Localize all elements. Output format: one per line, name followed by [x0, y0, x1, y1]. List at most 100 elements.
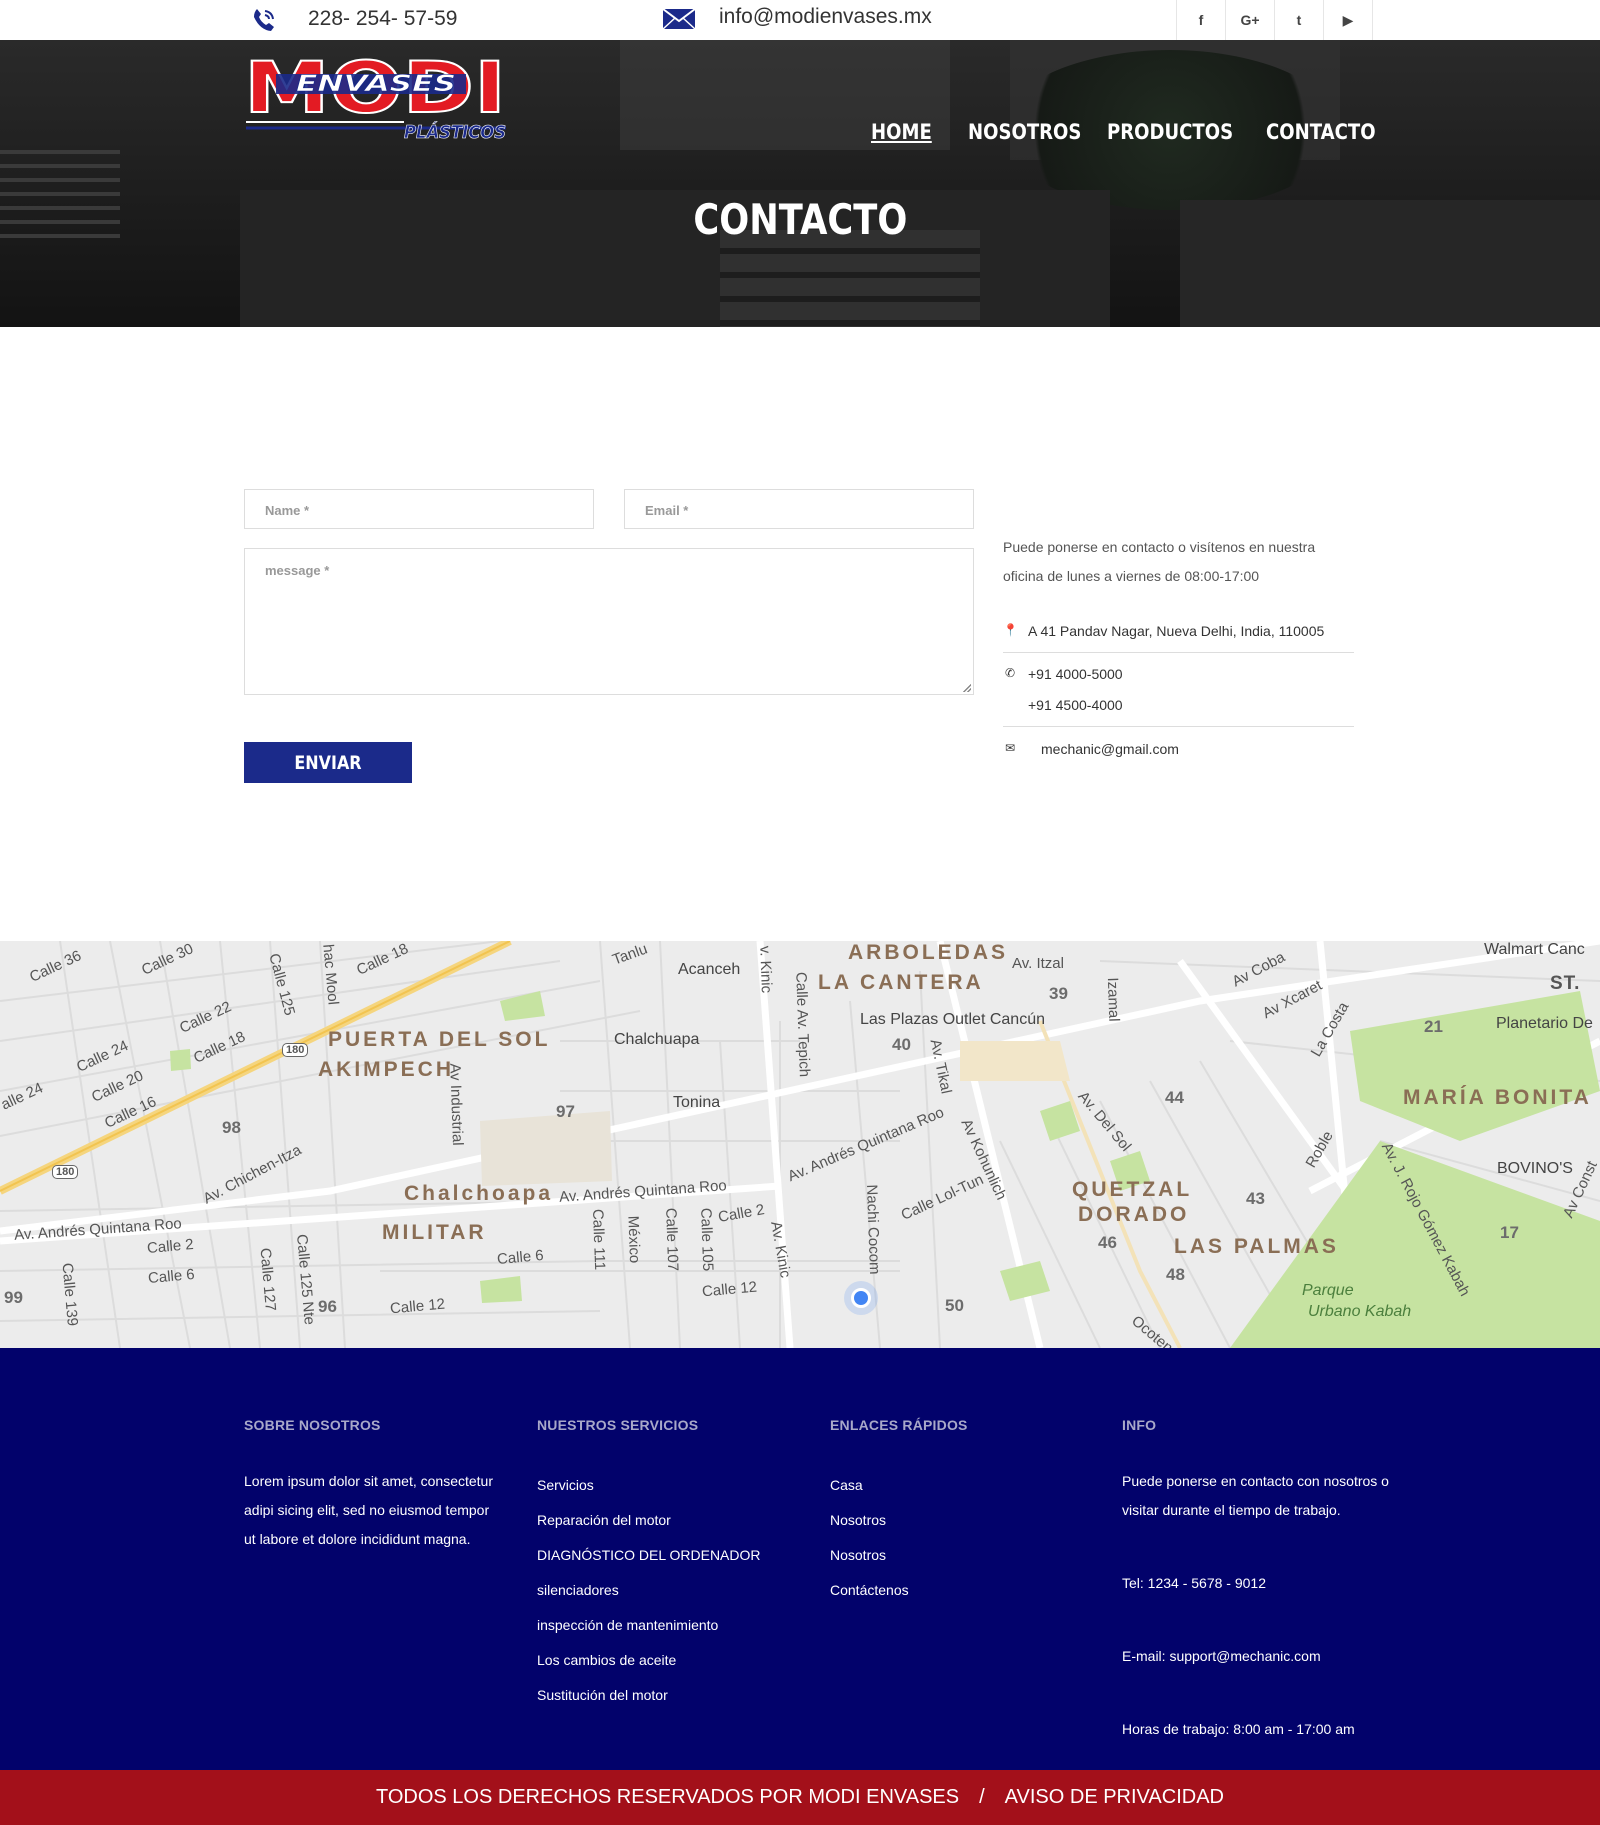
footer-info-email[interactable]: E-mail: support@mechanic.com	[1122, 1642, 1402, 1671]
footer-about-title: SOBRE NOSOTROS	[244, 1417, 381, 1433]
page-title: CONTACTO	[0, 195, 1600, 244]
map-label: Av. Itzal	[1012, 955, 1064, 972]
footer-quick-link[interactable]: Nosotros	[830, 1503, 1080, 1538]
copyright-text: TODOS LOS DERECHOS RESERVADOS POR MODI E…	[376, 1786, 960, 1808]
map-label: DORADO	[1078, 1203, 1190, 1226]
footer-quick-link[interactable]: Casa	[830, 1468, 1080, 1503]
map-label: 43	[1246, 1189, 1265, 1208]
send-button[interactable]: ENVIAR	[244, 742, 412, 783]
location-map[interactable]: Calle 36 Calle 30 Calle 125 hac Mool Cal…	[0, 941, 1600, 1348]
map-label: México	[624, 1215, 644, 1264]
map-label: LAS PALMAS	[1174, 1235, 1339, 1258]
footer-quick-link[interactable]: Nosotros	[830, 1538, 1080, 1573]
current-location-marker[interactable]	[851, 1288, 871, 1308]
map-label: Calle Av. Tepich	[792, 971, 813, 1078]
map-label: Nachi Cocom	[862, 1184, 884, 1275]
phone-icon	[254, 9, 274, 31]
map-label: 46	[1098, 1233, 1117, 1252]
map-label: Walmart Canc	[1484, 941, 1585, 958]
map-label: Planetario De	[1496, 1015, 1593, 1032]
footer-about-text: Lorem ipsum dolor sit amet, consectetur …	[244, 1473, 493, 1547]
hero-steps	[720, 230, 980, 327]
map-label: ST.	[1550, 973, 1581, 994]
copyright-bar: TODOS LOS DERECHOS RESERVADOS POR MODI E…	[0, 1770, 1600, 1825]
map-label: Chalchuapa	[614, 1031, 700, 1048]
resize-handle-icon[interactable]	[963, 684, 971, 692]
footer-service-link[interactable]: DIAGNÓSTICO DEL ORDENADOR	[537, 1538, 787, 1573]
address-text: A 41 Pandav Nagar, Nueva Delhi, India, 1…	[1028, 623, 1325, 639]
logo-sub-text: PLÁSTICOS	[404, 121, 506, 140]
contact-phone-1[interactable]: +91 4000-5000	[1028, 666, 1123, 682]
map-label: 97	[556, 1102, 575, 1121]
email-field[interactable]: Email *	[624, 489, 974, 529]
footer-services-title: NUESTROS SERVICIOS	[537, 1417, 699, 1433]
social-links: f G+ t ▶	[1176, 0, 1373, 40]
privacy-link[interactable]: AVISO DE PRIVACIDAD	[1005, 1786, 1224, 1809]
send-button-label: ENVIAR	[294, 751, 362, 774]
map-label: PUERTA DEL SOL	[328, 1028, 551, 1051]
map-label: 21	[1424, 1017, 1443, 1036]
map-label: Acanceh	[678, 961, 741, 978]
map-label: Calle 105	[697, 1207, 717, 1272]
footer-service-link[interactable]: inspección de mantenimiento	[537, 1608, 787, 1643]
footer-service-link[interactable]: Los cambios de aceite	[537, 1643, 787, 1678]
divider	[1003, 652, 1354, 653]
nav-home[interactable]: HOME	[871, 120, 932, 144]
footer-service-link[interactable]: silenciadores	[537, 1573, 787, 1608]
modi-envases-logo[interactable]: MODI ENVASES PLÁSTICOS	[244, 50, 510, 140]
contact-phone-2[interactable]: +91 4500-4000	[1028, 697, 1123, 713]
map-label: Av Industrial	[446, 1063, 467, 1146]
message-textarea[interactable]: message *	[244, 548, 974, 695]
footer-service-link[interactable]: Servicios	[537, 1468, 787, 1503]
map-label: v. Kinic	[756, 945, 775, 994]
map-label: AKIMPECH	[318, 1058, 455, 1081]
map-label: MARÍA BONITA	[1403, 1086, 1592, 1109]
top-email[interactable]: info@modienvases.mx	[719, 5, 932, 29]
contact-email-text[interactable]: mechanic@gmail.com	[1041, 741, 1179, 757]
separator: /	[979, 1786, 985, 1808]
map-label: QUETZAL	[1072, 1178, 1193, 1201]
footer-links-title: ENLACES RÁPIDOS	[830, 1417, 968, 1433]
top-phone[interactable]: 228- 254- 57-59	[308, 7, 457, 31]
facebook-icon[interactable]: f	[1177, 0, 1226, 40]
message-placeholder: message *	[265, 563, 330, 578]
name-field[interactable]: Name *	[244, 489, 594, 529]
nav-contacto[interactable]: CONTACTO	[1266, 120, 1376, 144]
footer-service-link[interactable]: Reparación del motor	[537, 1503, 787, 1538]
map-label: 96	[318, 1297, 337, 1316]
footer-service-link[interactable]: Sustitución del motor	[537, 1678, 787, 1713]
footer-info-text: Puede ponerse en contacto con nosotros o…	[1122, 1473, 1389, 1518]
map-label: Calle 107	[662, 1207, 682, 1272]
footer-info-tel: Tel: 1234 - 5678 - 9012	[1122, 1575, 1266, 1591]
map-marker-icon: 📍	[1003, 623, 1018, 637]
nav-productos[interactable]: PRODUCTOS	[1107, 120, 1233, 144]
youtube-icon[interactable]: ▶	[1324, 0, 1373, 40]
map-label: BOVINO'S	[1497, 1160, 1573, 1177]
map-label: 39	[1049, 984, 1068, 1003]
envelope-icon	[662, 8, 696, 30]
google-plus-icon[interactable]: G+	[1226, 0, 1275, 40]
envelope-icon: ✉	[1004, 741, 1016, 755]
map-label: 17	[1500, 1223, 1519, 1242]
map-label: 99	[4, 1288, 23, 1307]
map-label: ARBOLEDAS	[848, 941, 1009, 964]
map-label: 40	[892, 1035, 911, 1054]
footer-info-title: INFO	[1122, 1417, 1157, 1433]
twitter-icon[interactable]: t	[1275, 0, 1324, 40]
nav-nosotros[interactable]: NOSOTROS	[968, 120, 1081, 144]
map-label: Parque	[1302, 1282, 1354, 1299]
footer-quick-links: ENLACES RÁPIDOS Casa Nosotros Nosotros C…	[830, 1417, 1080, 1608]
top-bar: 228- 254- 57-59 info@modienvases.mx f G+…	[0, 0, 1600, 40]
phone-icon: ✆	[1004, 666, 1016, 680]
footer-quick-link[interactable]: Contáctenos	[830, 1573, 1080, 1608]
hero-banner: MODI ENVASES PLÁSTICOS HOME NOSOTROS PRO…	[0, 40, 1600, 327]
contact-address: 📍 A 41 Pandav Nagar, Nueva Delhi, India,…	[1003, 623, 1324, 639]
footer-info: INFO Puede ponerse en contacto con nosot…	[1122, 1417, 1402, 1744]
highway-180-badge: 180	[52, 1165, 79, 1179]
footer-services: NUESTROS SERVICIOS Servicios Reparación …	[537, 1417, 787, 1713]
map-label: 98	[222, 1118, 241, 1137]
logo-banner-text: ENVASES	[296, 72, 456, 97]
map-label: Izamal	[1103, 977, 1123, 1022]
map-label: Tonina	[673, 1094, 721, 1111]
contact-phones: ✆ +91 4000-5000 +91 4500-4000	[1003, 666, 1123, 713]
